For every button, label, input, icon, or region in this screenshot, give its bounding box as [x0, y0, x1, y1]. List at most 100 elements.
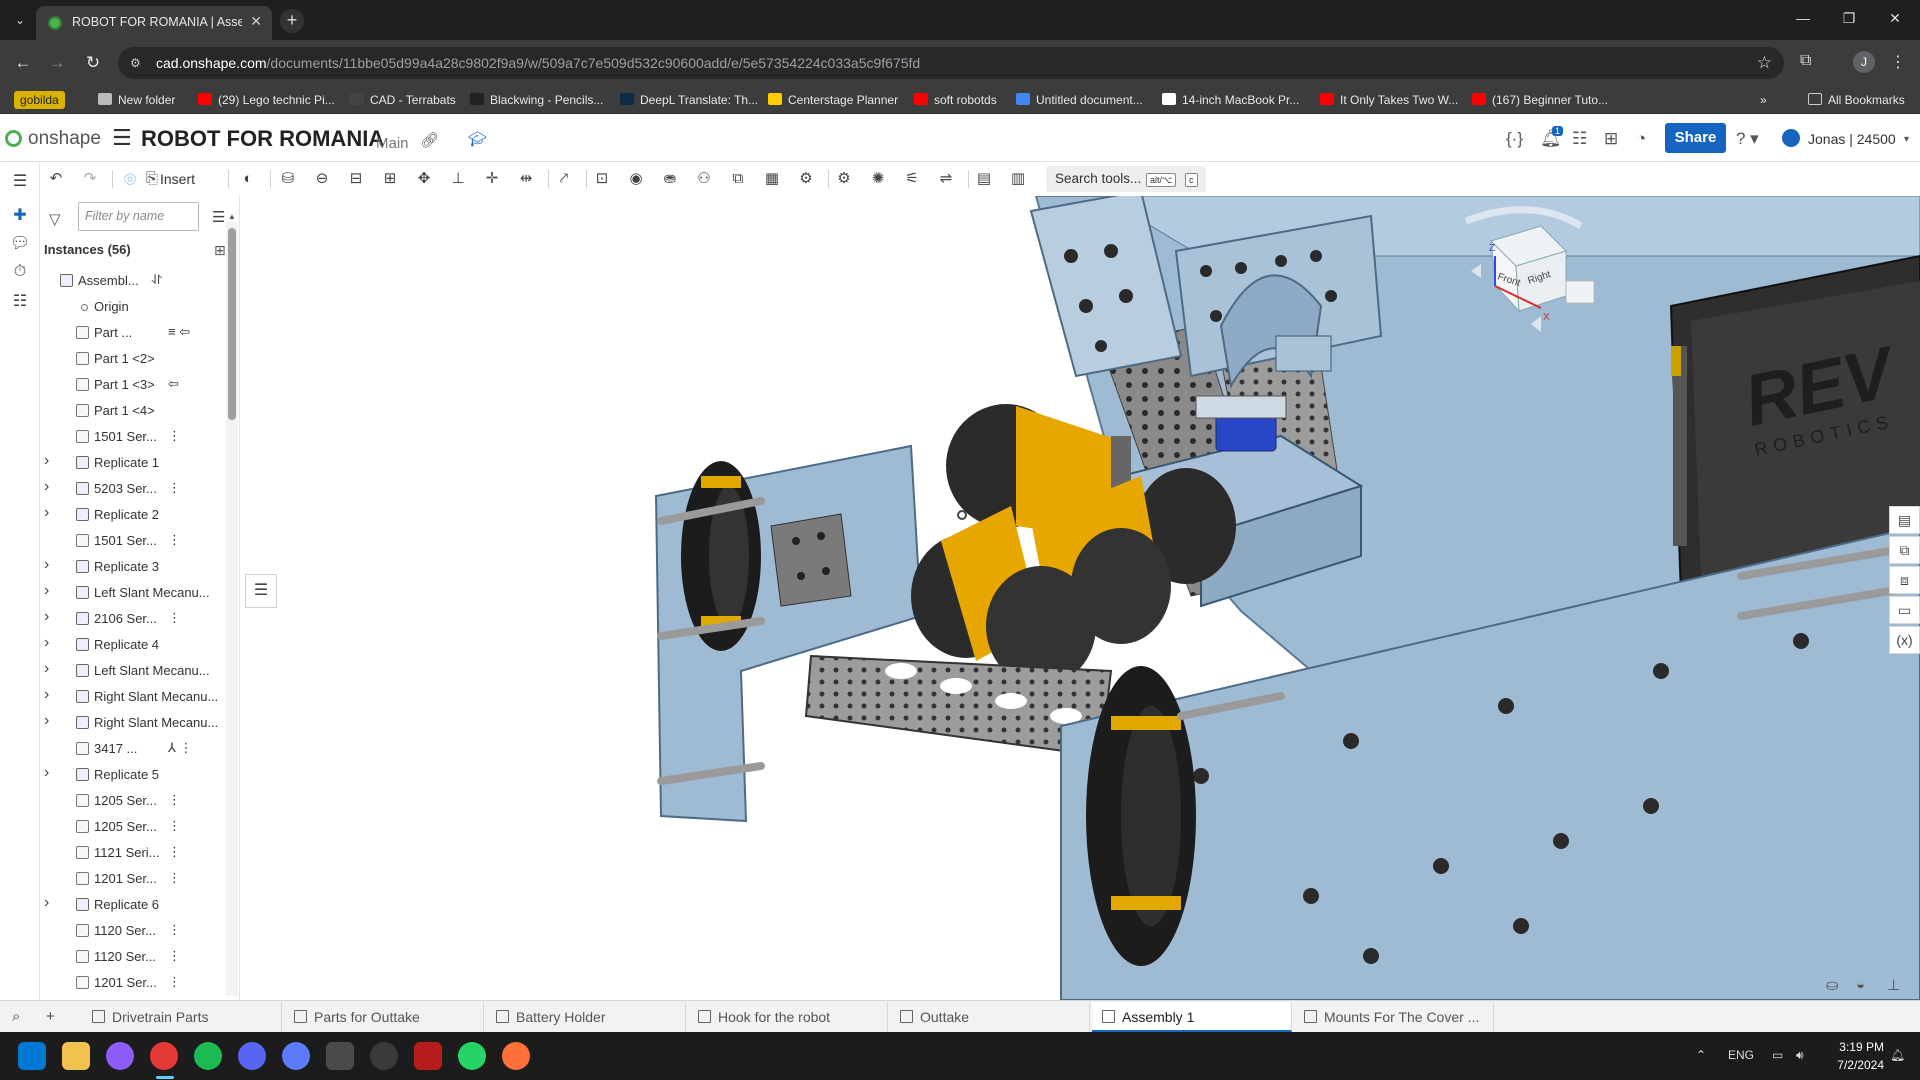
- signal-icon[interactable]: [282, 1042, 310, 1070]
- named-views-icon[interactable]: ⊥: [1887, 976, 1900, 994]
- expand-chevron-icon[interactable]: ›: [44, 764, 49, 782]
- file-explorer-icon[interactable]: [62, 1042, 90, 1070]
- appearance-panel-icon[interactable]: ▤: [1889, 506, 1920, 534]
- chevron-down-icon[interactable]: ▾: [1904, 134, 1909, 145]
- tab-manager-icon[interactable]: ⌕: [12, 1008, 20, 1025]
- filter-input[interactable]: [85, 209, 195, 223]
- expand-chevron-icon[interactable]: ›: [44, 556, 49, 574]
- linear-relation-icon[interactable]: ⇌: [936, 169, 956, 189]
- scroll-up-icon[interactable]: ▲: [228, 212, 236, 221]
- instance-row[interactable]: › 5203 Ser... ⋮: [40, 476, 226, 502]
- tab-search-icon[interactable]: ⌄: [10, 10, 30, 30]
- expand-chevron-icon[interactable]: ›: [44, 504, 49, 522]
- expand-chevron-icon[interactable]: ›: [44, 582, 49, 600]
- document-tab[interactable]: Assembly 1: [1092, 1002, 1292, 1032]
- new-tab-button[interactable]: +: [280, 9, 304, 33]
- robot-model-render[interactable]: REV ROBOTICS Front Right Z X: [241, 196, 1920, 1000]
- bookmark-item[interactable]: (167) Beginner Tuto...: [1472, 91, 1608, 109]
- forward-arrow-icon[interactable]: →: [46, 52, 68, 74]
- instance-row[interactable]: › Right Slant Mecanu...: [40, 684, 226, 710]
- group-icon[interactable]: ◉: [626, 169, 646, 189]
- close-tab-icon[interactable]: ✕: [250, 13, 262, 30]
- view-options-button[interactable]: [1565, 280, 1595, 304]
- insert-icon[interactable]: ⎘: [142, 169, 162, 189]
- mate-features-panel-icon[interactable]: ⧉: [1889, 536, 1920, 564]
- document-tab[interactable]: Outtake: [890, 1002, 1090, 1032]
- extensions-icon[interactable]: ⧉: [1800, 52, 1811, 70]
- branch-label[interactable]: Main: [376, 135, 409, 152]
- instance-row[interactable]: Part ... ≡ ⇦: [40, 320, 226, 346]
- reload-icon[interactable]: ↻: [82, 52, 104, 74]
- expand-chevron-icon[interactable]: ›: [44, 686, 49, 704]
- panel-scrollbar[interactable]: ▲ ▼: [226, 212, 238, 1007]
- bookmark-item[interactable]: Blackwing - Pencils...: [470, 91, 603, 109]
- bookmark-item[interactable]: gobilda: [14, 91, 65, 109]
- document-title[interactable]: ROBOT FOR ROMANIA: [141, 126, 384, 152]
- bookmark-item[interactable]: Untitled document...: [1016, 91, 1143, 109]
- back-arrow-icon[interactable]: ←: [12, 52, 34, 74]
- comments-icon[interactable]: 💬︎: [10, 234, 30, 254]
- clock-date[interactable]: 7/2/2024: [1828, 1058, 1884, 1072]
- bookmark-item[interactable]: (29) Lego technic Pi...: [198, 91, 335, 109]
- app-store-icon[interactable]: ⊞: [1604, 129, 1618, 149]
- add-tab-icon[interactable]: +: [46, 1008, 55, 1025]
- properties-panel-icon[interactable]: ▭: [1889, 596, 1920, 624]
- user-menu[interactable]: Jonas | 24500: [1808, 131, 1896, 147]
- render-mode-icon[interactable]: ◒: [1856, 976, 1865, 993]
- onshape-logo-text[interactable]: onshape: [28, 128, 101, 150]
- instance-row[interactable]: Origin: [40, 294, 226, 320]
- instance-row[interactable]: 1201 Ser... ⋮: [40, 866, 226, 892]
- document-tab[interactable]: Parts for Outtake: [284, 1002, 484, 1032]
- explode-view-icon[interactable]: ▦: [762, 169, 782, 189]
- code-braces-icon[interactable]: {·}: [1506, 129, 1523, 149]
- bookmark-item[interactable]: Centerstage Planner: [768, 91, 898, 109]
- clock-time[interactable]: 3:19 PM: [1828, 1040, 1884, 1054]
- expand-feature-panel-icon[interactable]: ☰: [245, 574, 277, 608]
- minimize-window-icon[interactable]: —: [1788, 10, 1818, 26]
- filter-icon[interactable]: ▽: [49, 210, 61, 228]
- instance-row[interactable]: › Replicate 6: [40, 892, 226, 918]
- fasten-mate-icon[interactable]: ⛁: [278, 169, 298, 189]
- expand-chevron-icon[interactable]: ›: [44, 894, 49, 912]
- restore-window-icon[interactable]: ❐: [1834, 10, 1864, 27]
- tangent-mate-icon[interactable]: ⤤: [554, 169, 574, 189]
- discord-icon[interactable]: [238, 1042, 266, 1070]
- bookmark-item[interactable]: soft robotds: [914, 91, 997, 109]
- instance-row[interactable]: Assembl... ⥯: [40, 268, 226, 294]
- revolute-mate-icon[interactable]: ⊖: [312, 169, 332, 189]
- replicate-icon[interactable]: ⛂: [660, 169, 680, 189]
- profile-avatar[interactable]: J: [1853, 51, 1875, 73]
- instance-row[interactable]: › Replicate 2: [40, 502, 226, 528]
- list-view-icon[interactable]: ☰: [212, 208, 225, 226]
- add-instance-icon[interactable]: ✚: [10, 206, 30, 226]
- whatsapp-icon[interactable]: [458, 1042, 486, 1070]
- instance-row[interactable]: 1121 Seri... ⋮: [40, 840, 226, 866]
- variables-panel-icon[interactable]: (x): [1889, 626, 1920, 654]
- chrome-menu-icon[interactable]: ⋮: [1890, 52, 1906, 72]
- obs-icon[interactable]: [370, 1042, 398, 1070]
- user-avatar[interactable]: [1782, 129, 1800, 147]
- graphics-viewport[interactable]: REV ROBOTICS Front Right Z X ☰ ▤ ⧉ ⧈ ▭ (…: [241, 196, 1920, 1000]
- document-tab[interactable]: Hook for the robot: [688, 1002, 888, 1032]
- help-icon[interactable]: ? ▾: [1736, 129, 1759, 149]
- autodesk-icon[interactable]: [414, 1042, 442, 1070]
- redo-icon[interactable]: ↷: [80, 169, 100, 189]
- onshape-logo-icon[interactable]: [5, 130, 22, 147]
- mass-properties-icon[interactable]: ▥: [1008, 169, 1028, 189]
- photos-icon[interactable]: [326, 1042, 354, 1070]
- browser-tab-active[interactable]: ROBOT FOR ROMANIA | Assem ✕: [36, 6, 272, 40]
- mate-connector-icon[interactable]: ⊡: [592, 169, 612, 189]
- bookmark-item[interactable]: It Only Takes Two W...: [1320, 91, 1458, 109]
- scrollbar-thumb[interactable]: [228, 228, 236, 420]
- document-tab[interactable]: Mounts For The Cover ...: [1294, 1002, 1494, 1032]
- expand-chevron-icon[interactable]: ›: [44, 712, 49, 730]
- site-info-icon[interactable]: ⚙: [130, 56, 144, 70]
- clock-icon[interactable]: ⏱: [10, 262, 30, 282]
- instance-row[interactable]: 1201 Ser... ⋮: [40, 970, 226, 996]
- instance-row[interactable]: 1501 Ser... ⋮: [40, 424, 226, 450]
- instance-row[interactable]: › Left Slant Mecanu...: [40, 658, 226, 684]
- instance-row[interactable]: 1501 Ser... ⋮: [40, 528, 226, 554]
- mirror-icon[interactable]: ⧉: [728, 169, 748, 189]
- chrome-icon[interactable]: [150, 1042, 178, 1070]
- bookmark-item[interactable]: 14-inch MacBook Pr...: [1162, 91, 1299, 109]
